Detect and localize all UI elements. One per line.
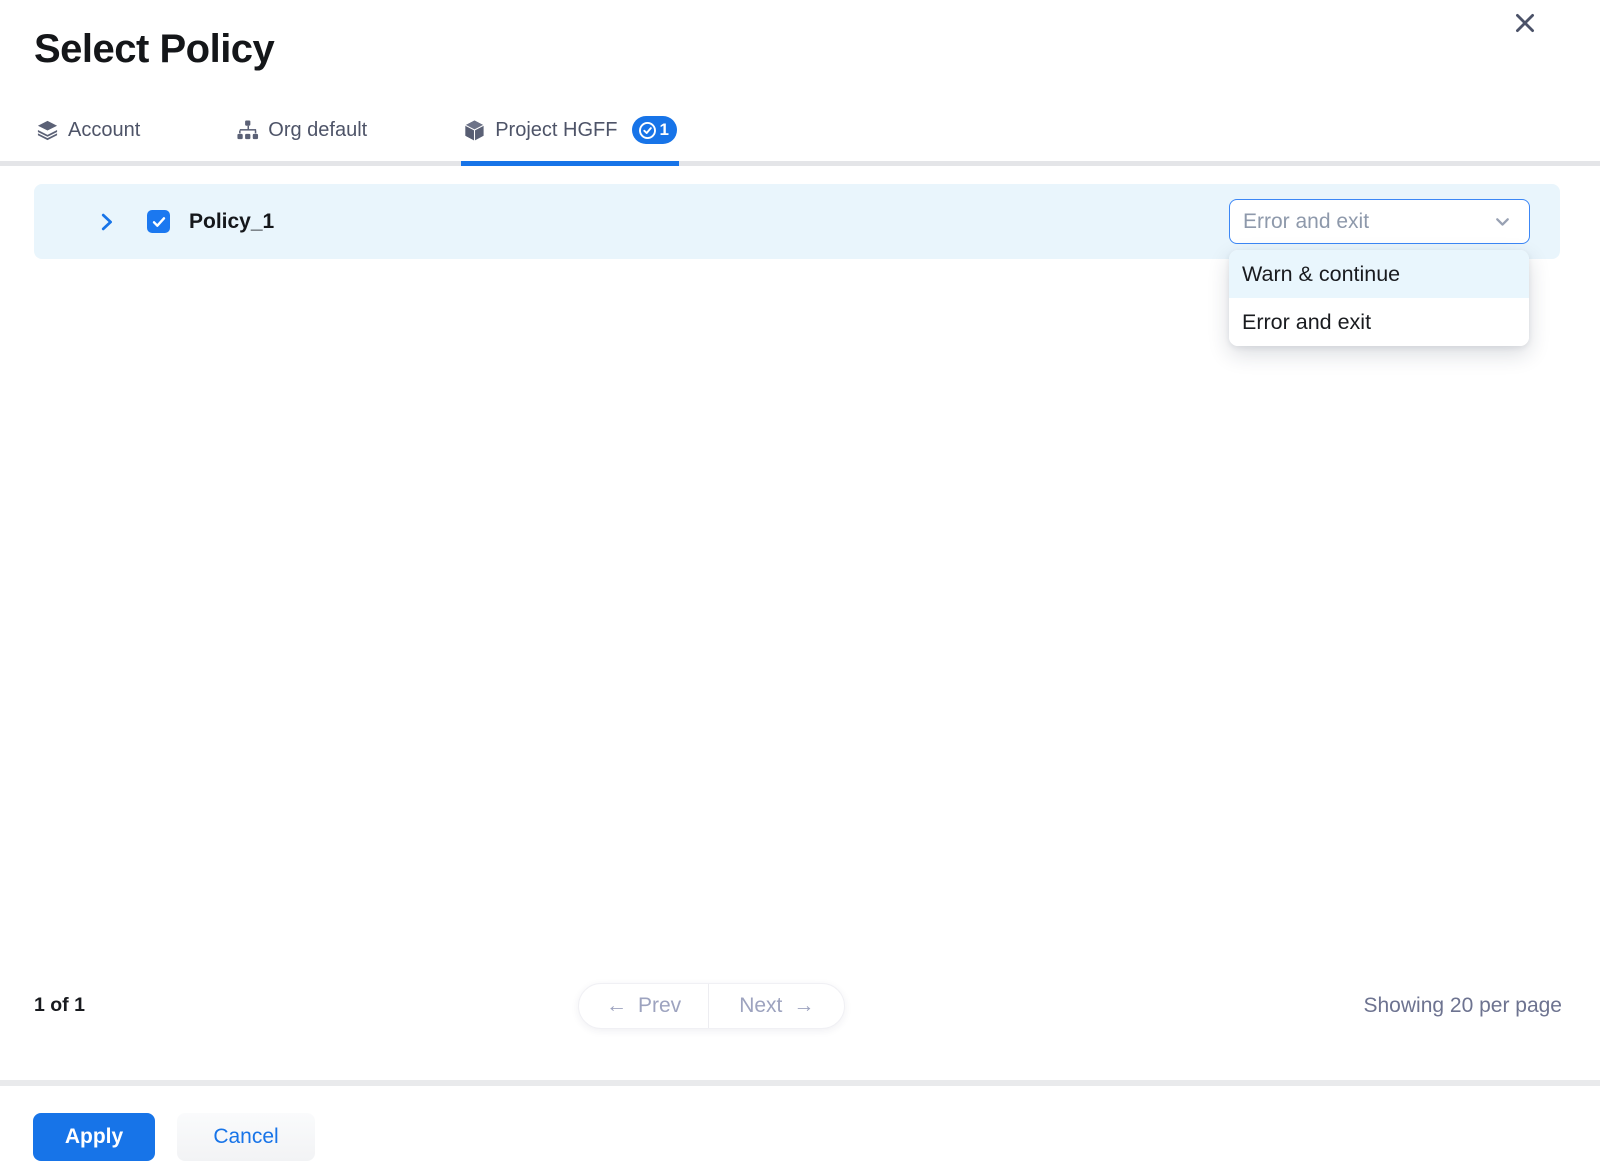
chevron-down-icon [1492, 211, 1513, 232]
tab-label: Project HGFF [495, 119, 617, 142]
dropdown-option-error-exit[interactable]: Error and exit [1229, 298, 1529, 346]
layers-icon [36, 119, 59, 142]
chevron-right-icon [95, 211, 117, 233]
prev-page-button[interactable]: ← Prev [579, 984, 708, 1028]
arrow-left-icon: ← [606, 994, 627, 1018]
enforcement-dropdown-menu: Warn & continue Error and exit [1229, 250, 1529, 346]
policy-name: Policy_1 [189, 210, 274, 234]
dialog-title: Select Policy [34, 27, 274, 72]
tab-account[interactable]: Account [34, 110, 142, 161]
cancel-button[interactable]: Cancel [177, 1113, 315, 1161]
cube-icon [463, 119, 486, 142]
arrow-right-icon: → [793, 994, 814, 1018]
tab-label: Org default [268, 119, 367, 142]
policy-row: Policy_1 Error and exit [34, 184, 1560, 259]
next-page-button[interactable]: Next → [708, 984, 844, 1028]
pagination-control: ← Prev Next → [578, 983, 845, 1029]
prev-label: Prev [638, 994, 681, 1018]
check-circle-icon [638, 121, 657, 140]
next-label: Next [739, 994, 782, 1018]
enforcement-select[interactable]: Error and exit [1229, 199, 1530, 244]
footer-divider [0, 1080, 1600, 1086]
apply-button[interactable]: Apply [33, 1113, 155, 1161]
tab-org-default[interactable]: Org default [234, 110, 369, 161]
per-page-indicator: Showing 20 per page [1364, 994, 1563, 1018]
tab-bar: Account Org default Pr [0, 110, 1600, 166]
page-info: 1 of 1 [34, 994, 85, 1017]
expand-row-button[interactable] [90, 206, 122, 238]
dropdown-option-warn-continue[interactable]: Warn & continue [1229, 250, 1529, 298]
policy-checkbox[interactable] [147, 210, 170, 233]
badge-count: 1 [659, 120, 668, 140]
close-button[interactable] [1506, 4, 1544, 42]
tab-project-hgff[interactable]: Project HGFF 1 [461, 110, 679, 166]
tab-label: Account [68, 119, 140, 142]
enforcement-select-value: Error and exit [1243, 210, 1369, 234]
close-icon [1512, 10, 1538, 36]
checkmark-icon [151, 214, 167, 230]
org-chart-icon [236, 119, 259, 142]
selected-count-badge: 1 [632, 116, 676, 144]
